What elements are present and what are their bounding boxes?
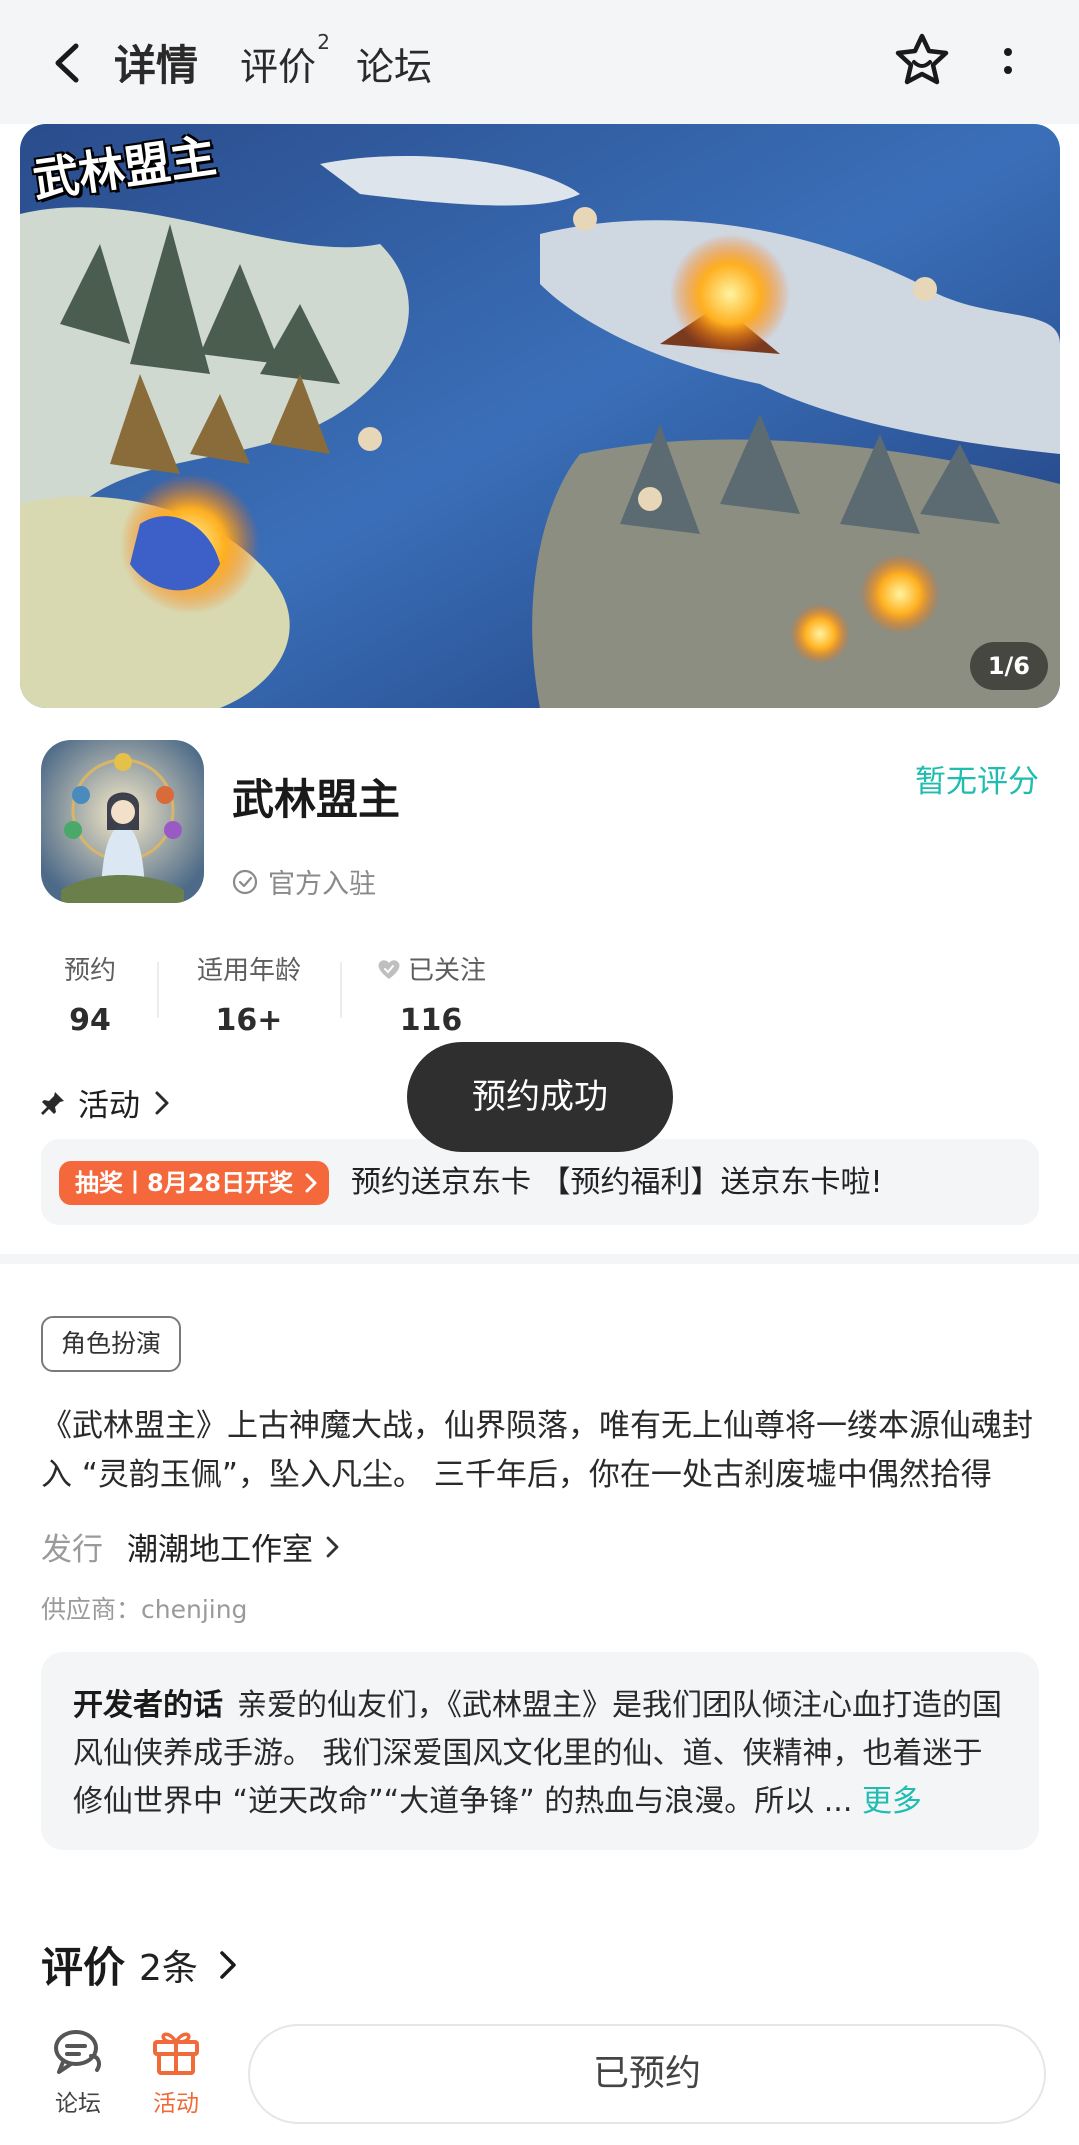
section-separator	[0, 1254, 1079, 1264]
reviews-title: 评价	[41, 1943, 126, 1992]
forum-chat-icon	[54, 2030, 101, 2074]
gift-icon	[153, 2032, 199, 2075]
chevron-right-icon	[220, 1950, 236, 1979]
check-circle-icon	[232, 869, 258, 894]
tab-reviews[interactable]: 评价 2	[240, 30, 330, 91]
chevron-right-icon	[326, 1536, 339, 1557]
reviews-count: 2条	[139, 1947, 198, 1989]
bottom-nav-activity[interactable]: 活动	[136, 2026, 216, 2118]
tab-forum-label: 论坛	[356, 45, 433, 89]
toast-message: 预约成功	[407, 1042, 673, 1152]
pin-icon	[41, 1091, 64, 1115]
stat-age-label: 适用年龄	[196, 956, 301, 986]
star-favorite-icon[interactable]	[893, 32, 951, 88]
official-label: 官方入驻	[268, 869, 376, 900]
stat-followers-label: 已关注	[408, 956, 487, 986]
activity-label: 活动	[78, 1088, 140, 1124]
game-description[interactable]: 《武林盟主》上古神魔大战，仙界陨落，唯有无上仙尊将一缕本源仙魂封入 “灵韵玉佩”…	[41, 1402, 1041, 1500]
stat-reservations-value: 94	[69, 1003, 111, 1038]
stat-followers-label-row: 已关注	[376, 950, 486, 987]
stat-reservations-label: 预约	[63, 956, 116, 986]
reviews-section-header[interactable]: 评价 2条	[41, 1934, 240, 1995]
tab-reviews-count: 2	[317, 30, 331, 54]
tab-details[interactable]: 详情	[110, 32, 203, 93]
divider	[157, 962, 159, 1018]
genre-tag[interactable]: 角色扮演	[41, 1316, 182, 1372]
stat-reservations: 预约 94	[62, 950, 118, 1038]
more-vertical-icon[interactable]	[996, 42, 1020, 82]
game-map-artwork	[20, 124, 1060, 708]
stat-age-value: 16+	[215, 1003, 283, 1038]
rating-status[interactable]: 暂无评分	[915, 756, 1039, 801]
supplier-info: 供应商：chenjing	[41, 1595, 248, 1624]
bottom-nav-forum-label: 论坛	[55, 2091, 101, 2117]
promo-text: 预约送京东卡 【预约福利】送京东卡啦!	[351, 1165, 883, 1200]
tab-reviews-label: 评价	[240, 45, 317, 89]
carousel-page-indicator: 1/6	[969, 642, 1048, 690]
developer-note-body: 开发者的话 亲爱的仙友们，《武林盟主》是我们团队倾注心血打造的国风仙侠养成手游。 …	[73, 1682, 1007, 1826]
publisher-name: 潮潮地工作室	[127, 1532, 313, 1568]
divider	[340, 962, 342, 1018]
official-badge: 官方入驻	[232, 862, 376, 901]
publisher-key: 发行	[41, 1532, 103, 1568]
tab-forum[interactable]: 论坛	[356, 36, 432, 91]
publisher-row[interactable]: 发行 潮潮地工作室	[41, 1524, 343, 1569]
stat-followers-value: 116	[399, 1003, 463, 1038]
bottom-nav-forum[interactable]: 论坛	[38, 2026, 118, 2118]
screenshot-carousel[interactable]: 武林盟主 1/6	[20, 124, 1060, 708]
app-icon	[41, 740, 204, 903]
stat-age-rating[interactable]: 适用年龄 16+	[196, 950, 302, 1038]
chevron-right-icon	[155, 1091, 169, 1114]
more-link[interactable]: 更多	[862, 1784, 922, 1819]
bottom-nav-activity-label: 活动	[153, 2091, 199, 2117]
bottom-action-bar: 论坛 活动 已预约	[0, 2010, 1079, 2145]
activity-section-header[interactable]: 活动	[40, 1080, 172, 1125]
lottery-badge: 抽奖丨8月28日开奖	[59, 1161, 330, 1205]
app-name: 武林盟主	[232, 775, 401, 824]
top-navigation-bar: 详情 评价 2 论坛	[0, 0, 1079, 124]
reserved-button[interactable]: 已预约	[248, 2024, 1046, 2124]
tab-details-label: 详情	[114, 41, 199, 90]
developer-note-card[interactable]: 开发者的话 亲爱的仙友们，《武林盟主》是我们团队倾注心血打造的国风仙侠养成手游。 …	[41, 1652, 1039, 1850]
chevron-right-icon	[305, 1173, 317, 1193]
lottery-badge-label: 抽奖丨8月28日开奖	[75, 1169, 294, 1197]
back-arrow-icon[interactable]	[48, 40, 88, 86]
heart-icon	[378, 959, 400, 979]
developer-note-heading: 开发者的话	[73, 1688, 223, 1723]
stat-followers[interactable]: 已关注 116	[376, 950, 486, 1038]
